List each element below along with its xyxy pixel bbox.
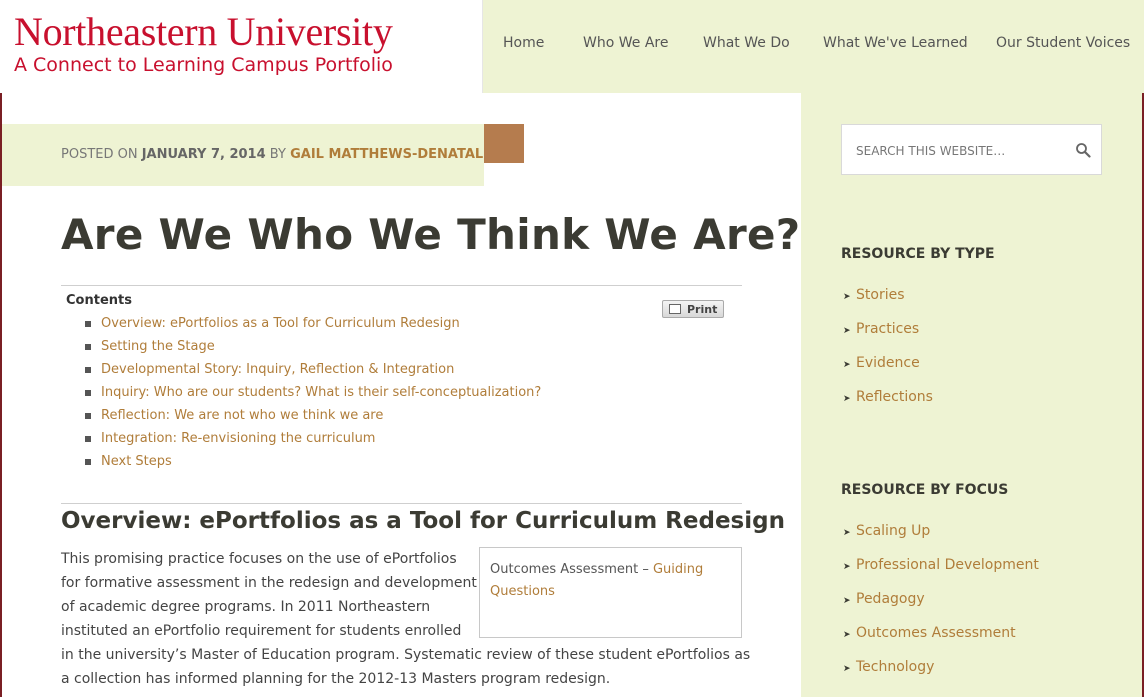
list-item: Integration: Re-envisioning the curricul… — [85, 429, 541, 452]
nav-home[interactable]: Home — [503, 35, 544, 51]
chevron-right-icon: ➤ — [843, 664, 851, 674]
bullet-icon — [85, 344, 91, 350]
callout-box: Outcomes Assessment – Guiding Questions — [479, 547, 742, 638]
search-input[interactable] — [856, 141, 1066, 161]
sidebar-item-stories[interactable]: ➤ Stories — [843, 287, 905, 303]
sidebar-item-scaling-up[interactable]: ➤ Scaling Up — [843, 523, 930, 539]
nav-what-we-do[interactable]: What We Do — [703, 35, 790, 51]
list-item: Developmental Story: Inquiry, Reflection… — [85, 360, 541, 383]
bullet-icon — [85, 459, 91, 465]
toc-link[interactable]: Overview: ePortfolios as a Tool for Curr… — [101, 316, 460, 331]
print-button[interactable]: Print — [662, 300, 724, 318]
chevron-right-icon: ➤ — [843, 630, 851, 640]
sidebar-item-practices[interactable]: ➤ Practices — [843, 321, 919, 337]
bullet-icon — [85, 367, 91, 373]
nav-what-weve-learned[interactable]: What We've Learned — [823, 35, 968, 51]
sidebar-item-evidence[interactable]: ➤ Evidence — [843, 355, 920, 371]
bullet-icon — [85, 436, 91, 442]
page-title: Are We Who We Think We Are? — [61, 210, 801, 259]
nav-who-we-are[interactable]: Who We Are — [583, 35, 668, 51]
toc-title: Contents — [66, 293, 132, 308]
sidebar-item-label: Evidence — [856, 355, 920, 371]
divider — [61, 285, 742, 286]
logo[interactable]: Northeastern University A Connect to Lea… — [0, 0, 483, 93]
posted-on-label: POSTED ON — [61, 147, 138, 162]
chevron-right-icon: ➤ — [843, 326, 851, 336]
comment-badge[interactable] — [484, 124, 524, 163]
toc-link[interactable]: Setting the Stage — [101, 339, 215, 354]
callout-link[interactable]: Questions — [490, 584, 555, 599]
toc-link[interactable]: Developmental Story: Inquiry, Reflection… — [101, 362, 454, 377]
toc-list: Overview: ePortfolios as a Tool for Curr… — [85, 314, 541, 475]
site-header: Northeastern University A Connect to Lea… — [0, 0, 1144, 93]
chevron-right-icon: ➤ — [843, 394, 851, 404]
sidebar-item-label: Outcomes Assessment — [856, 625, 1016, 641]
chevron-right-icon: ➤ — [843, 562, 851, 572]
main-nav: Home Who We Are What We Do What We've Le… — [483, 0, 1144, 93]
bullet-icon — [85, 390, 91, 396]
paragraph-line: instituted an ePortfolio requirement for… — [61, 623, 462, 639]
paragraph-line: This promising practice focuses on the u… — [61, 551, 457, 567]
toc-link[interactable]: Reflection: We are not who we think we a… — [101, 408, 383, 423]
chevron-right-icon: ➤ — [843, 596, 851, 606]
resource-by-type-heading: RESOURCE BY TYPE — [841, 246, 995, 262]
callout-text: Outcomes Assessment – — [490, 562, 653, 577]
toc-link[interactable]: Integration: Re-envisioning the curricul… — [101, 431, 375, 446]
toc-link[interactable]: Next Steps — [101, 454, 172, 469]
sidebar-item-professional-development[interactable]: ➤ Professional Development — [843, 557, 1039, 573]
toc-link[interactable]: Inquiry: Who are our students? What is t… — [101, 385, 541, 400]
sidebar-item-label: Professional Development — [856, 557, 1039, 573]
list-item: Setting the Stage — [85, 337, 541, 360]
sidebar-item-technology[interactable]: ➤ Technology — [843, 659, 934, 675]
nav-our-student-voices[interactable]: Our Student Voices — [996, 35, 1130, 51]
paragraph-line: a collection has informed planning for t… — [61, 671, 611, 687]
sidebar-item-label: Pedagogy — [856, 591, 925, 607]
sidebar-item-label: Scaling Up — [856, 523, 931, 539]
logo-title[interactable]: Northeastern University — [14, 8, 393, 55]
paragraph-line: for formative assessment in the redesign… — [61, 575, 477, 591]
search-icon[interactable] — [1075, 142, 1091, 158]
logo-subtitle[interactable]: A Connect to Learning Campus Portfolio — [14, 54, 393, 76]
sidebar-item-label: Stories — [856, 287, 905, 303]
post-meta: POSTED ON JANUARY 7, 2014 BY GAIL MATTHE… — [61, 147, 492, 162]
by-label: BY — [269, 147, 286, 162]
sidebar-item-pedagogy[interactable]: ➤ Pedagogy — [843, 591, 925, 607]
callout-link[interactable]: Guiding — [653, 562, 703, 577]
post-author-link[interactable]: GAIL MATTHEWS-DENATALE — [290, 147, 492, 162]
sidebar-item-label: Reflections — [856, 389, 933, 405]
printer-icon — [669, 304, 681, 314]
chevron-right-icon: ➤ — [843, 528, 851, 538]
sidebar-item-outcomes-assessment[interactable]: ➤ Outcomes Assessment — [843, 625, 1016, 641]
list-item: Overview: ePortfolios as a Tool for Curr… — [85, 314, 541, 337]
bullet-icon — [85, 413, 91, 419]
sidebar-item-reflections[interactable]: ➤ Reflections — [843, 389, 933, 405]
bullet-icon — [85, 321, 91, 327]
list-item: Reflection: We are not who we think we a… — [85, 406, 541, 429]
post-meta-bar: POSTED ON JANUARY 7, 2014 BY GAIL MATTHE… — [2, 124, 492, 186]
post-date[interactable]: JANUARY 7, 2014 — [142, 147, 266, 162]
list-item: Next Steps — [85, 452, 541, 475]
search-box — [841, 124, 1102, 175]
chevron-right-icon: ➤ — [843, 292, 851, 302]
paragraph-line: in the university’s Master of Education … — [61, 647, 751, 663]
section-heading: Overview: ePortfolios as a Tool for Curr… — [61, 508, 785, 534]
chevron-right-icon: ➤ — [843, 360, 851, 370]
sidebar-item-label: Practices — [856, 321, 920, 337]
paragraph-line: of academic degree programs. In 2011 Nor… — [61, 599, 431, 615]
print-label: Print — [687, 303, 718, 316]
list-item: Inquiry: Who are our students? What is t… — [85, 383, 541, 406]
divider — [61, 503, 742, 504]
resource-by-focus-heading: RESOURCE BY FOCUS — [841, 482, 1009, 498]
sidebar-item-label: Technology — [856, 659, 935, 675]
